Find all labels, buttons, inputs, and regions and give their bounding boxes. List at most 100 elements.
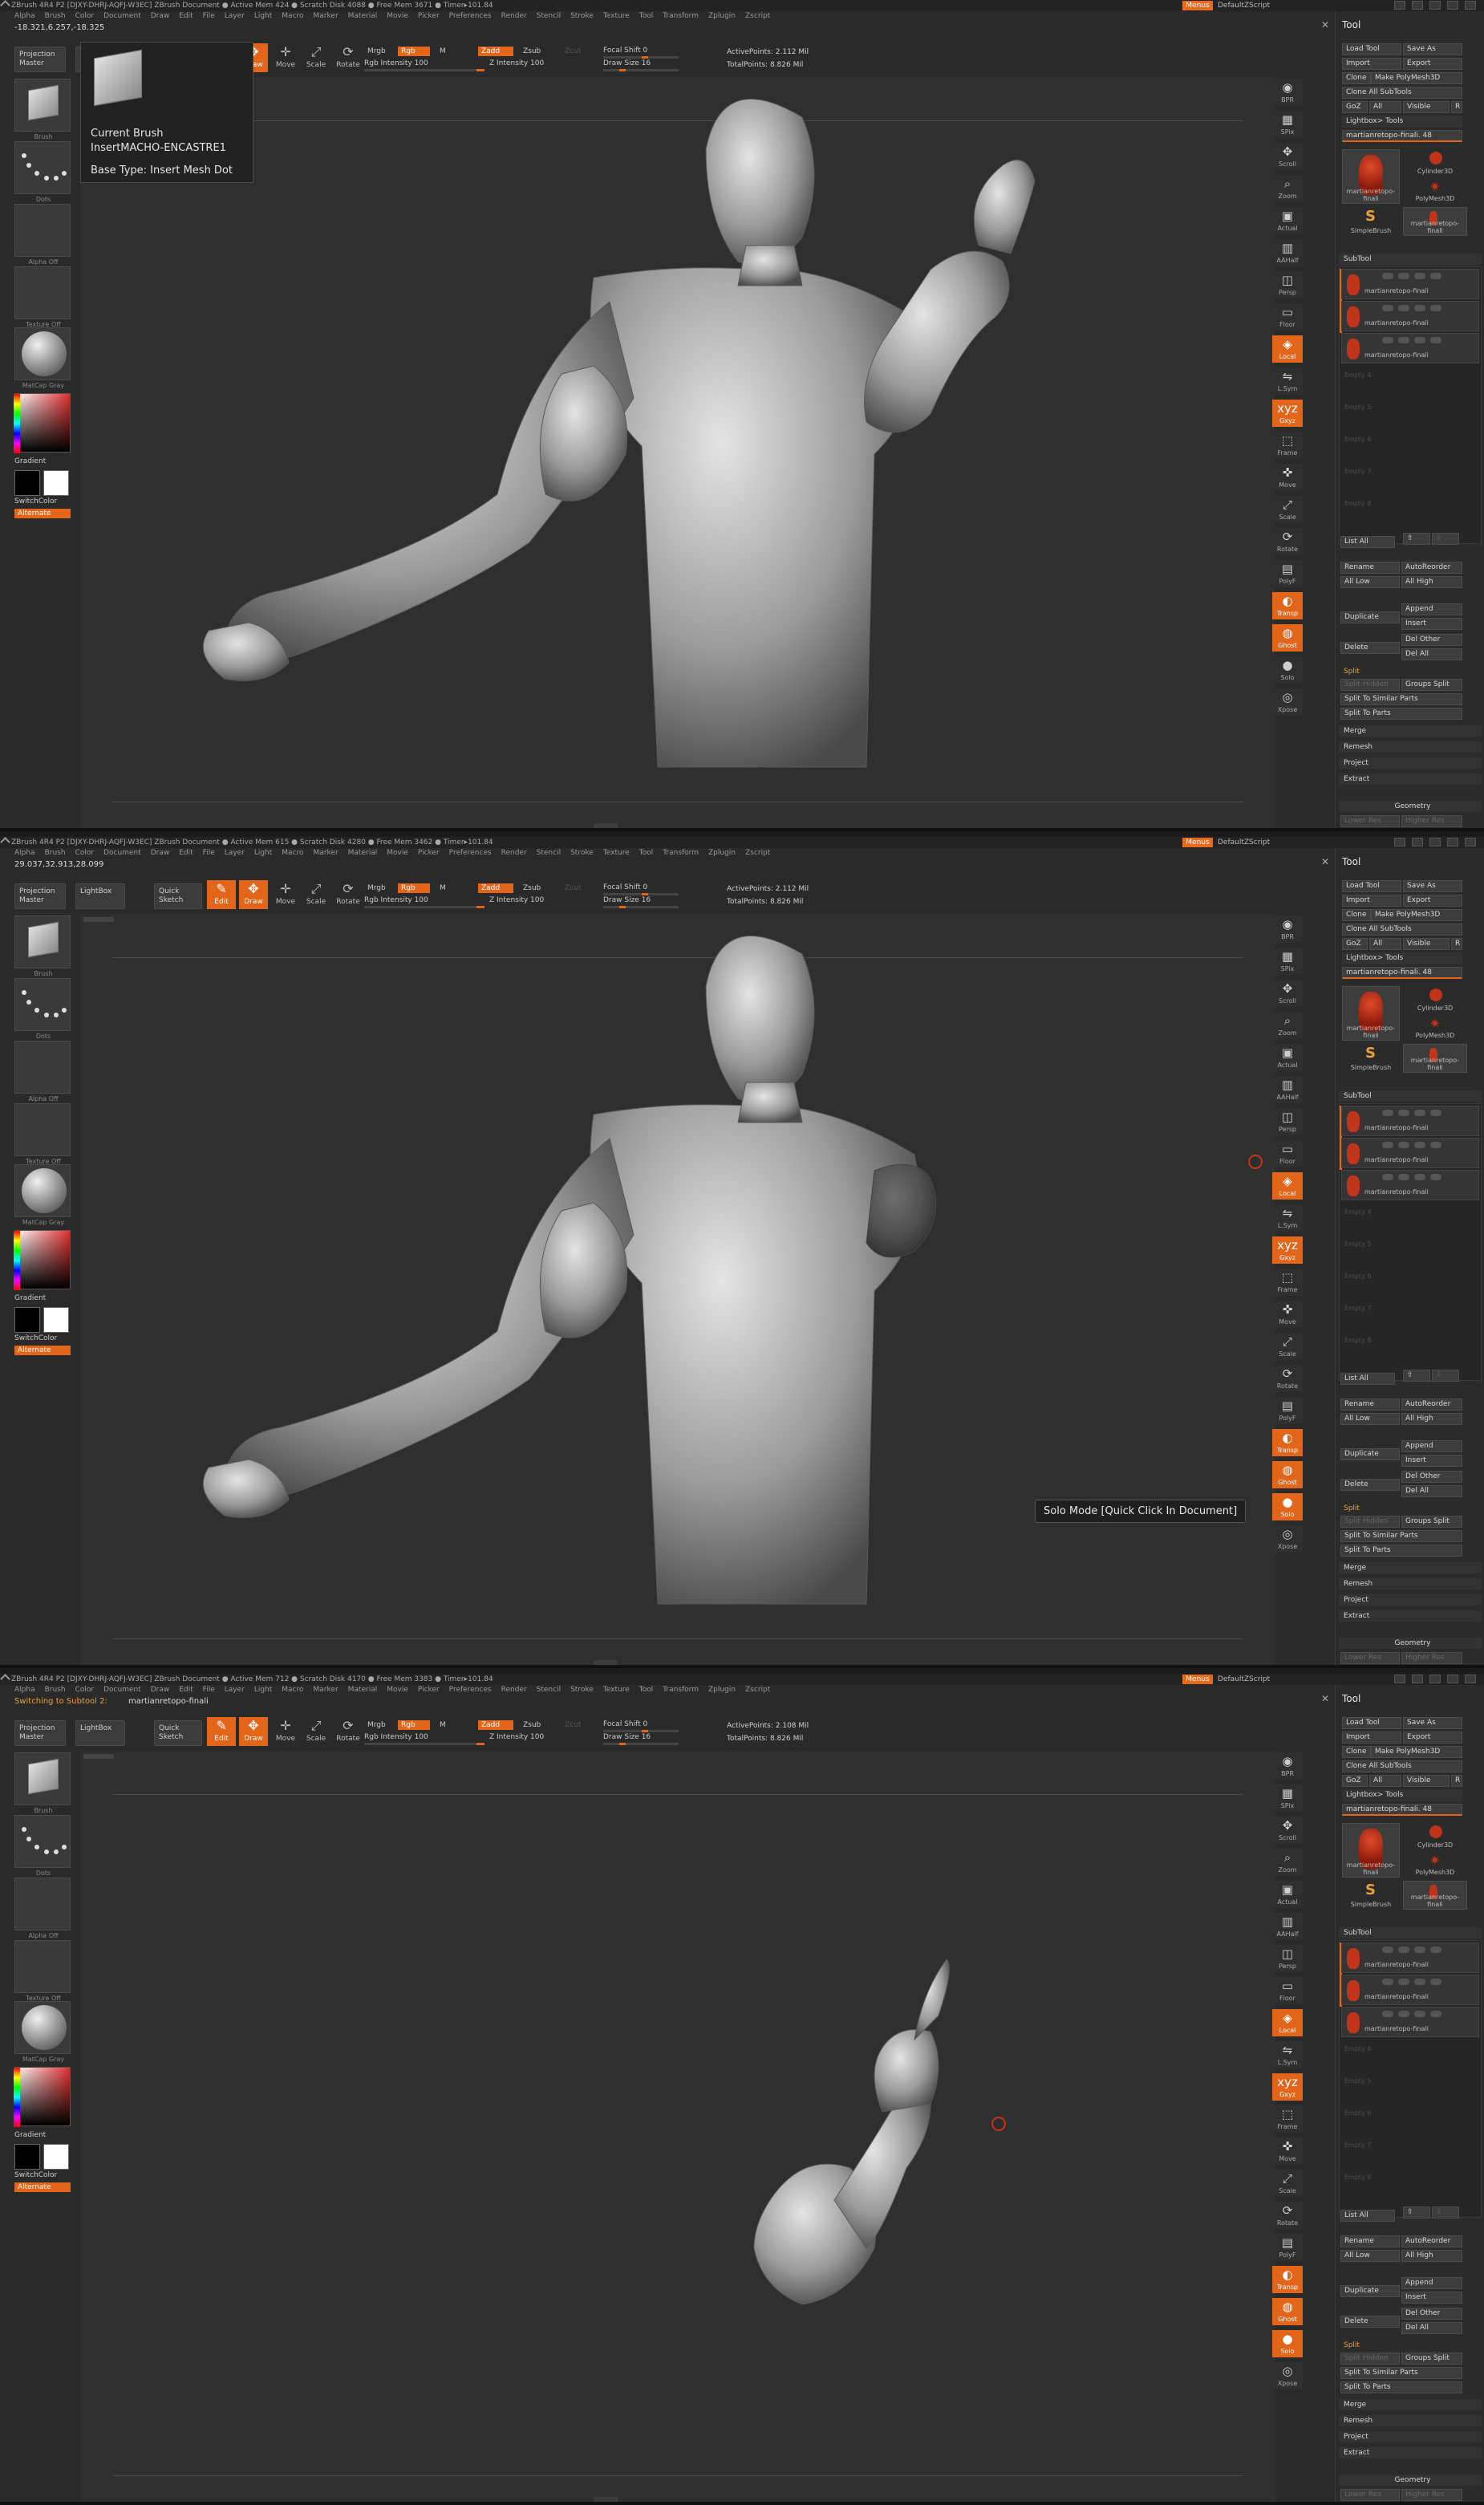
menu-draw[interactable]: Draw <box>151 1686 170 1694</box>
document-viewport[interactable] <box>80 77 1275 828</box>
subtool-item-2[interactable]: martianretopo-finali <box>1341 1975 1479 2005</box>
del-all-button[interactable]: Del All <box>1401 1485 1462 1497</box>
menu-tool[interactable]: Tool <box>639 12 653 20</box>
shelf-persp-button[interactable]: ◫ Persp <box>1272 1945 1303 1972</box>
split-hidden-button[interactable]: Split Hidden <box>1340 679 1400 691</box>
subtool-down-button[interactable]: ⇩ <box>1432 533 1459 545</box>
split-section-header[interactable]: Split <box>1339 2340 1482 2351</box>
shelf-bpr-button[interactable]: ◉ BPR <box>1272 79 1303 106</box>
projection-master-button[interactable]: Projection Master <box>14 883 66 909</box>
help-icon[interactable] <box>1394 1 1405 10</box>
lightbox-button[interactable]: LightBox <box>75 883 125 909</box>
move-button[interactable]: ✛ Move <box>271 880 300 909</box>
stroke-thumbnail[interactable]: Dots <box>14 978 71 1040</box>
menu-movie[interactable]: Movie <box>387 849 408 857</box>
close-icon[interactable] <box>1465 838 1476 847</box>
menu-edit[interactable]: Edit <box>179 12 193 20</box>
subtool-item-3[interactable]: martianretopo-finali <box>1341 2007 1479 2037</box>
import-button[interactable]: Import <box>1342 895 1401 907</box>
menu-light[interactable]: Light <box>254 1686 272 1694</box>
shelf-rotate-button[interactable]: ⟳ Rotate <box>1272 2202 1303 2229</box>
project-section-header[interactable]: Project <box>1339 757 1482 769</box>
append-button[interactable]: Append <box>1401 1440 1462 1452</box>
export-button[interactable]: Export <box>1403 895 1462 907</box>
tool-thumb-martian-small[interactable]: martianretopo-finali <box>1403 207 1467 236</box>
append-button[interactable]: Append <box>1401 603 1462 615</box>
maximize-icon[interactable] <box>1447 838 1458 847</box>
zcut-toggle[interactable]: Zcut <box>562 47 584 56</box>
duplicate-button[interactable]: Duplicate <box>1340 2285 1400 2297</box>
del-other-button[interactable]: Del Other <box>1401 634 1462 646</box>
clone-button[interactable]: Clone <box>1342 1746 1371 1758</box>
palette-collapse-icon[interactable]: ✕ <box>1321 856 1329 867</box>
menu-movie[interactable]: Movie <box>387 1686 408 1694</box>
remesh-section-header[interactable]: Remesh <box>1339 1578 1482 1589</box>
subtool-item-2[interactable]: martianretopo-finali <box>1341 1138 1479 1168</box>
menus-button[interactable]: Menus <box>1182 1675 1213 1684</box>
subtool-up-button[interactable]: ⇧ <box>1403 533 1430 545</box>
move-button[interactable]: ✛ Move <box>271 43 300 72</box>
rgb-toggle[interactable]: Rgb <box>398 47 430 56</box>
menu-texture[interactable]: Texture <box>603 849 630 857</box>
shelf-rotate-button[interactable]: ⟳ Rotate <box>1272 528 1303 555</box>
secondary-color-swatch[interactable] <box>43 2144 69 2170</box>
lightbox-tools-button[interactable]: Lightbox> Tools <box>1342 952 1462 964</box>
material-thumbnail[interactable]: MatCap Gray <box>14 2001 71 2063</box>
menu-material[interactable]: Material <box>348 12 378 20</box>
shelf-scroll-button[interactable]: ✥ Scroll <box>1272 1817 1303 1844</box>
minimize-icon[interactable] <box>1429 838 1441 847</box>
alpha-thumbnail[interactable]: Alpha Off <box>14 1041 71 1102</box>
tool-thumb-martian[interactable]: martianretopo-finali <box>1342 986 1400 1041</box>
menu-render[interactable]: Render <box>501 12 527 20</box>
shelf-zoom-button[interactable]: ⌕ Zoom <box>1272 1012 1303 1039</box>
draw-size-slider[interactable]: Draw Size 16 <box>603 59 679 71</box>
del-other-button[interactable]: Del Other <box>1401 1471 1462 1483</box>
tool-thumb-martian-small[interactable]: martianretopo-finali <box>1403 1044 1467 1073</box>
menu-macro[interactable]: Macro <box>282 849 303 857</box>
menu-picker[interactable]: Picker <box>418 1686 440 1694</box>
draw-size-slider[interactable]: Draw Size 16 <box>603 1733 679 1745</box>
palette-collapse-icon[interactable]: ✕ <box>1321 19 1329 30</box>
shelf-zoom-button[interactable]: ⌕ Zoom <box>1272 175 1303 202</box>
extract-section-header[interactable]: Extract <box>1339 1610 1482 1622</box>
shelf-frame-button[interactable]: ⬚ Frame <box>1272 1269 1303 1296</box>
menu-zscript[interactable]: Zscript <box>745 12 770 20</box>
menu-texture[interactable]: Texture <box>603 1686 630 1694</box>
menus-button[interactable]: Menus <box>1182 838 1213 847</box>
menu-transform[interactable]: Transform <box>663 1686 699 1694</box>
draw-size-slider[interactable]: Draw Size 16 <box>603 896 679 908</box>
shelf-transp-button[interactable]: ◐ Transp <box>1272 592 1303 619</box>
project-section-header[interactable]: Project <box>1339 1594 1482 1606</box>
lower-res-button[interactable]: Lower Res <box>1340 1652 1400 1664</box>
menu-picker[interactable]: Picker <box>418 849 440 857</box>
shelf-persp-button[interactable]: ◫ Persp <box>1272 271 1303 298</box>
zadd-toggle[interactable]: Zadd <box>478 1720 513 1730</box>
all-low-button[interactable]: All Low <box>1340 2250 1400 2262</box>
subtool-item-1[interactable]: martianretopo-finali <box>1341 1106 1479 1136</box>
current-tool-slider[interactable]: martianretopo-finali. 48 <box>1342 967 1462 979</box>
load-tool-button[interactable]: Load Tool <box>1342 880 1401 892</box>
del-all-button[interactable]: Del All <box>1401 2322 1462 2334</box>
goz-button[interactable]: GoZ <box>1342 1775 1368 1787</box>
texture-thumbnail[interactable]: Texture Off <box>14 1103 71 1165</box>
list-all-button[interactable]: List All <box>1340 2210 1395 2222</box>
clone-button[interactable]: Clone <box>1342 72 1371 84</box>
subtool-toggles[interactable] <box>1382 1142 1478 1150</box>
subtool-item-3[interactable]: martianretopo-finali <box>1341 333 1479 363</box>
menu-preferences[interactable]: Preferences <box>449 1686 492 1694</box>
menu-stencil[interactable]: Stencil <box>537 849 561 857</box>
shelf-aahalf-button[interactable]: ▥ AAHalf <box>1272 239 1303 266</box>
menu-marker[interactable]: Marker <box>314 12 339 20</box>
shelf-bpr-button[interactable]: ◉ BPR <box>1272 1752 1303 1780</box>
menu-color[interactable]: Color <box>75 849 95 857</box>
alpha-thumbnail[interactable]: Alpha Off <box>14 204 71 266</box>
texture-thumbnail[interactable]: Texture Off <box>14 1940 71 2002</box>
menu-zscript[interactable]: Zscript <box>745 849 770 857</box>
hue-strip[interactable] <box>14 394 20 453</box>
sculpt-model[interactable] <box>80 914 1275 1667</box>
z-intensity-slider[interactable]: Z Intensity 100 <box>489 896 594 904</box>
menu-stencil[interactable]: Stencil <box>537 12 561 20</box>
menu-file[interactable]: File <box>203 1686 215 1694</box>
menu-marker[interactable]: Marker <box>314 849 339 857</box>
import-button[interactable]: Import <box>1342 1732 1401 1744</box>
